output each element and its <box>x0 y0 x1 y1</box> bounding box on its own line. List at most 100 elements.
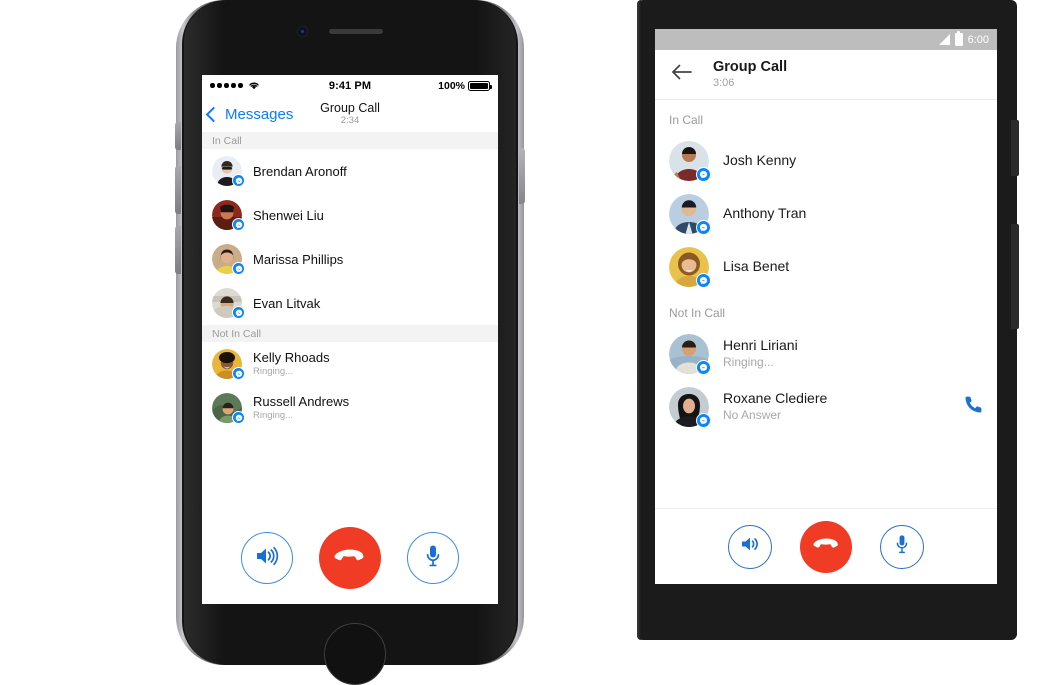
list-item-text: Anthony Tran <box>723 205 806 222</box>
ios-clock: 9:41 PM <box>328 79 372 92</box>
contact-name: Brendan Aronoff <box>253 163 347 179</box>
list-item-text: Brendan Aronoff <box>253 164 347 179</box>
iphone-silent-switch[interactable] <box>175 122 181 150</box>
call-duration: 3:06 <box>713 77 735 89</box>
arrow-left-icon <box>671 63 693 86</box>
section-header-not-in-call: Not In Call <box>202 325 498 342</box>
speaker-button[interactable] <box>728 524 772 569</box>
avatar <box>669 140 711 182</box>
android-call-controls <box>655 508 997 584</box>
messenger-badge-icon <box>696 272 711 288</box>
messenger-badge-icon <box>696 219 711 235</box>
list-item-text: Josh Kenny <box>723 152 796 169</box>
android-volume-button[interactable] <box>1011 224 1019 329</box>
list-item[interactable]: Russell Andrews Ringing... <box>202 386 498 430</box>
list-item[interactable]: Marissa Phillips <box>202 237 498 281</box>
page-title: Group Call <box>713 59 788 75</box>
iphone-power-button[interactable] <box>519 148 525 204</box>
end-call-icon <box>812 537 840 556</box>
messenger-badge-icon <box>232 367 245 380</box>
microphone-icon <box>425 544 441 573</box>
end-call-button[interactable] <box>800 520 852 573</box>
phone-call-icon <box>964 395 983 419</box>
android-clock: 6:00 <box>967 33 989 46</box>
back-button[interactable] <box>669 62 695 88</box>
list-item[interactable]: Josh Kenny <box>655 134 997 187</box>
android-device: 6:00 Group Call 3:06 In Call Josh Kenny … <box>637 0 1019 640</box>
contact-name: Josh Kenny <box>723 152 797 168</box>
contact-name: Anthony Tran <box>723 205 807 221</box>
microphone-button[interactable] <box>407 532 459 584</box>
contact-status: Ringing... <box>723 355 774 369</box>
android-screen: 6:00 Group Call 3:06 In Call Josh Kenny … <box>655 29 997 584</box>
list-item[interactable]: Roxane Clediere No Answer <box>655 380 997 433</box>
section-header-not-in-call: Not In Call <box>655 293 997 327</box>
list-item-text: Russell Andrews Ringing... <box>253 394 349 422</box>
back-to-messages-button[interactable]: Messages <box>202 106 293 123</box>
list-item-text: Roxane Clediere No Answer <box>723 390 827 423</box>
end-call-button[interactable] <box>319 527 381 589</box>
messenger-badge-icon <box>696 359 711 375</box>
list-item[interactable]: Evan Litvak <box>202 281 498 325</box>
avatar <box>212 393 245 424</box>
messenger-badge-icon <box>232 411 245 424</box>
avatar <box>212 349 245 380</box>
section-header-in-call: In Call <box>655 100 997 134</box>
contact-name: Henri Liriani <box>723 337 798 353</box>
messenger-badge-icon <box>232 218 245 231</box>
contact-status: Ringing... <box>253 410 294 421</box>
android-app-bar: Group Call 3:06 <box>655 50 997 100</box>
iphone-volume-down-button[interactable] <box>175 226 181 274</box>
contact-status: Ringing... <box>253 366 294 377</box>
iphone-volume-up-button[interactable] <box>175 166 181 214</box>
front-camera-icon <box>298 27 307 36</box>
iphone-screen: 9:41 PM 100% Messages Group Call 2:34 In… <box>202 75 498 604</box>
earpiece-speaker <box>329 29 383 34</box>
not-in-call-list: Kelly Rhoads Ringing... Russell Andrews … <box>202 342 498 430</box>
list-item-text: Marissa Phillips <box>253 252 343 267</box>
contact-name: Shenwei Liu <box>253 207 324 223</box>
list-item[interactable]: Shenwei Liu <box>202 193 498 237</box>
end-call-icon <box>334 548 366 569</box>
avatar <box>212 288 245 319</box>
speaker-on-icon <box>740 535 761 558</box>
contact-name: Marissa Phillips <box>253 251 344 267</box>
list-item-text: Henri Liriani Ringing... <box>723 337 798 370</box>
android-status-bar: 6:00 <box>655 29 997 50</box>
list-item-text: Lisa Benet <box>723 258 789 275</box>
avatar <box>212 156 245 187</box>
contact-status: No Answer <box>723 408 782 422</box>
back-button-label: Messages <box>225 105 294 123</box>
contact-name: Roxane Clediere <box>723 390 828 406</box>
list-item[interactable]: Kelly Rhoads Ringing... <box>202 342 498 386</box>
in-call-list: Brendan Aronoff Shenwei Liu Marissa Phil… <box>202 149 498 325</box>
avatar <box>212 200 245 231</box>
contact-name: Lisa Benet <box>723 258 790 274</box>
list-item[interactable]: Anthony Tran <box>655 187 997 240</box>
avatar <box>669 193 711 235</box>
microphone-button[interactable] <box>880 524 924 569</box>
list-item-text: Kelly Rhoads Ringing... <box>253 350 330 378</box>
ios-status-bar: 9:41 PM 100% <box>202 75 498 96</box>
contact-name: Russell Andrews <box>253 394 350 409</box>
battery-full-icon <box>468 80 492 91</box>
ios-call-controls <box>202 512 498 604</box>
list-item[interactable]: Henri Liriani Ringing... <box>655 327 997 380</box>
avatar <box>669 333 711 375</box>
list-item[interactable]: Lisa Benet <box>655 240 997 293</box>
messenger-badge-icon <box>696 166 711 182</box>
avatar <box>669 386 711 428</box>
contact-name: Kelly Rhoads <box>253 350 330 365</box>
messenger-badge-icon <box>232 262 245 275</box>
list-item[interactable]: Brendan Aronoff <box>202 149 498 193</box>
android-title-block: Group Call 3:06 <box>713 59 787 90</box>
signal-bars-icon <box>938 34 950 45</box>
iphone-home-button[interactable] <box>324 623 386 685</box>
ios-nav-bar: Messages Group Call 2:34 <box>202 96 498 132</box>
speaker-button[interactable] <box>241 532 293 584</box>
contact-name: Evan Litvak <box>253 295 321 311</box>
avatar <box>669 246 711 288</box>
redial-button[interactable] <box>964 395 983 419</box>
battery-icon <box>954 30 963 46</box>
android-power-button[interactable] <box>1011 120 1019 176</box>
